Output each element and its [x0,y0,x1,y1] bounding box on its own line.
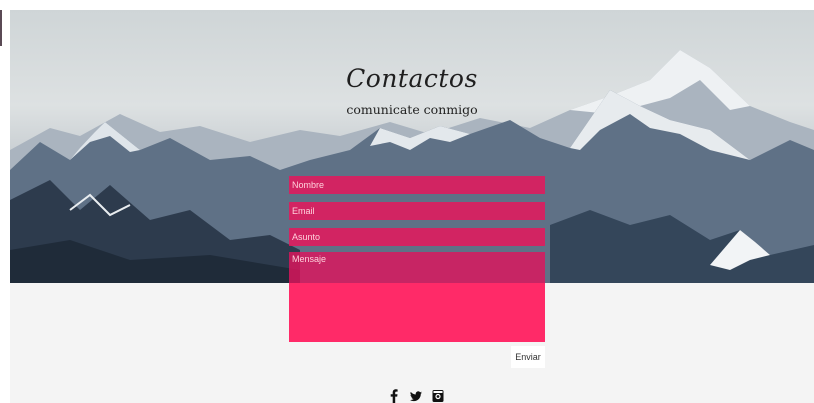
instagram-glyph [432,390,444,402]
contact-form [289,176,545,342]
send-button[interactable]: Enviar [511,346,545,368]
page: Contactos comunicate conmigo Enviar [0,0,814,403]
message-textarea[interactable] [289,252,545,342]
twitter-icon[interactable] [410,389,422,403]
page-title: Contactos [346,64,478,93]
email-input[interactable] [289,202,545,220]
social-links [388,388,444,403]
name-input[interactable] [289,176,545,194]
twitter-glyph [410,391,422,402]
instagram-icon[interactable] [432,389,444,403]
left-edge-decoration [0,10,2,46]
facebook-icon[interactable] [388,389,400,403]
top-bar [0,0,814,10]
facebook-glyph [390,389,398,403]
page-subtitle: comunicate conmigo [346,102,478,117]
subject-input[interactable] [289,228,545,246]
